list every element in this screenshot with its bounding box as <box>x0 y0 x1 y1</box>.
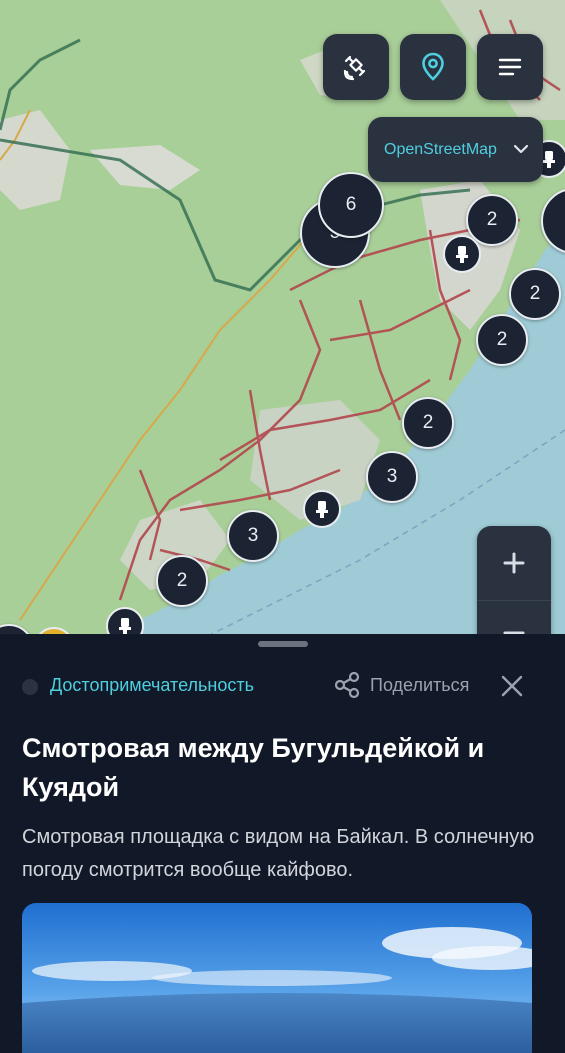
lake-photo-image <box>22 903 532 1053</box>
viewpoint-marker[interactable] <box>443 235 481 273</box>
place-photo[interactable] <box>22 903 532 1053</box>
share-button[interactable]: Поделиться <box>332 670 469 700</box>
viewpoint-marker[interactable] <box>303 490 341 528</box>
place-bottom-sheet[interactable]: Достопримечательность Поделиться Смотров… <box>0 634 565 1053</box>
map-cluster[interactable]: 2 <box>156 555 208 607</box>
zoom-control <box>477 526 551 640</box>
menu-icon <box>498 58 522 76</box>
map-pin-icon <box>422 52 444 81</box>
zoom-in-button[interactable] <box>477 526 551 600</box>
close-button[interactable] <box>500 674 524 703</box>
share-label: Поделиться <box>370 674 470 695</box>
category-label[interactable]: Достопримечательность <box>50 675 254 696</box>
location-button[interactable] <box>400 34 466 100</box>
map-view[interactable]: 5 6 2 2 2 2 3 3 2 <box>0 0 565 640</box>
cluster-count: 2 <box>496 329 508 350</box>
map-cluster[interactable]: 2 <box>509 268 561 320</box>
map-cluster[interactable]: 6 <box>318 172 384 238</box>
cluster-count: 3 <box>386 466 398 487</box>
share-icon <box>334 671 360 699</box>
category-dot <box>22 679 38 695</box>
satellite-button[interactable] <box>323 34 389 100</box>
cluster-count: 2 <box>486 209 498 230</box>
cluster-count: 3 <box>247 525 259 546</box>
layer-select-label: OpenStreetMap <box>384 140 497 158</box>
map-cluster[interactable]: 2 <box>402 397 454 449</box>
binoculars-icon <box>316 501 328 518</box>
place-title: Смотровая между Бугульдейкой и Куядой <box>22 733 485 802</box>
satellite-icon <box>343 55 366 81</box>
map-cluster[interactable]: 3 <box>227 510 279 562</box>
sheet-drag-handle[interactable] <box>258 641 308 647</box>
binoculars-icon <box>456 246 468 263</box>
cluster-count: 6 <box>345 194 357 215</box>
map-cluster[interactable]: 3 <box>366 451 418 503</box>
layer-select[interactable]: OpenStreetMap <box>368 117 543 182</box>
binoculars-icon <box>119 618 131 635</box>
close-icon <box>501 675 523 697</box>
chevron-down-icon <box>513 144 529 154</box>
plus-icon <box>503 552 525 574</box>
map-cluster[interactable]: 2 <box>476 314 528 366</box>
cluster-count: 2 <box>529 283 541 304</box>
cluster-count: 2 <box>176 570 188 591</box>
cluster-count: 2 <box>422 412 434 433</box>
menu-button[interactable] <box>477 34 543 100</box>
place-description: Смотровая площадка с видом на Байкал. В … <box>22 826 535 881</box>
